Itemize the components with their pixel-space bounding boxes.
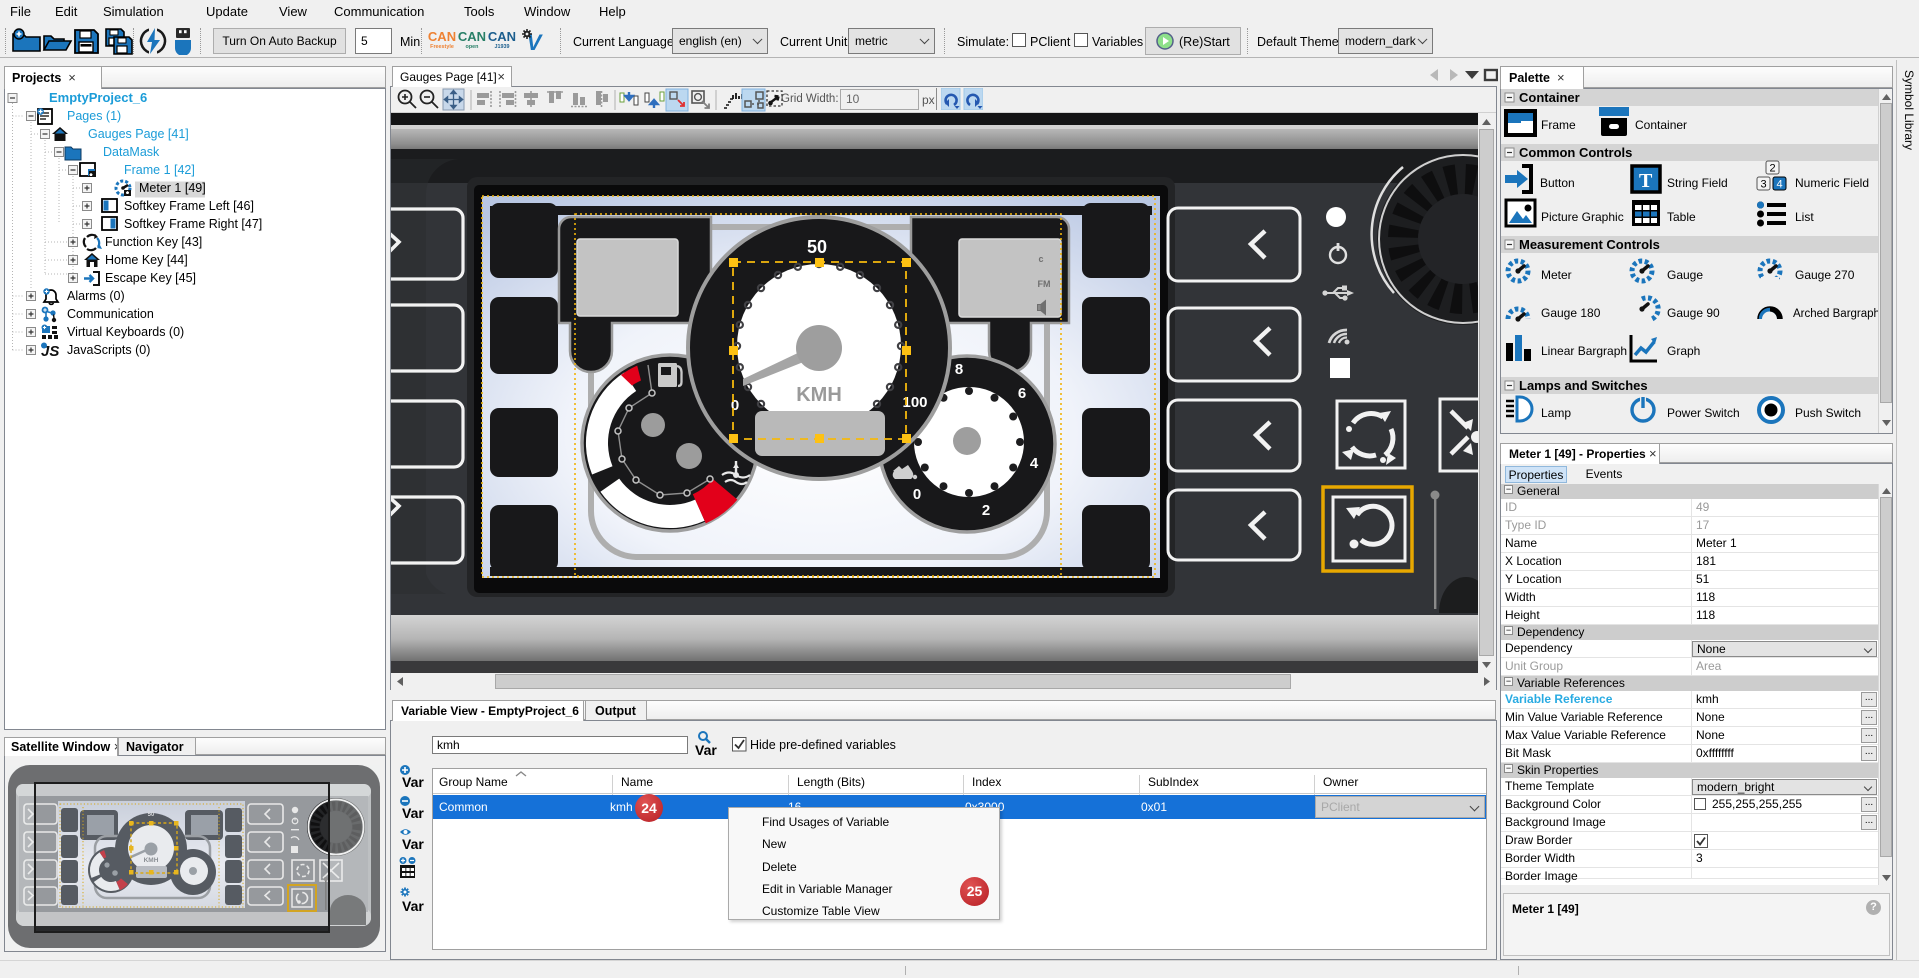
svg-text:Frame 1 [42]: Frame 1 [42] (124, 163, 195, 177)
svg-text:Meter 1 [49]: Meter 1 [49] (139, 181, 206, 195)
svg-text:List: List (1795, 210, 1814, 224)
svg-text:Frame: Frame (1541, 118, 1576, 132)
svg-text:Picture Graphic: Picture Graphic (1541, 210, 1624, 224)
svg-text:3: 3 (1761, 179, 1767, 191)
svg-text:2: 2 (1770, 163, 1776, 175)
svg-text:Pages (1): Pages (1) (67, 109, 121, 123)
svg-text:Table: Table (1667, 210, 1696, 224)
svg-text:4: 4 (1777, 179, 1783, 191)
svg-text:EmptyProject_6: EmptyProject_6 (49, 90, 147, 105)
svg-text:Var: Var (402, 836, 424, 852)
svg-text:J1939: J1939 (495, 44, 510, 50)
svg-text:Common Controls: Common Controls (1519, 145, 1632, 160)
svg-text:Var: Var (402, 805, 424, 821)
svg-text:Communication: Communication (67, 307, 154, 321)
svg-text:Measurement Controls: Measurement Controls (1519, 237, 1660, 252)
svg-text:Numeric Field: Numeric Field (1795, 176, 1869, 190)
svg-text:Arched Bargraph: Arched Bargraph (1793, 308, 1880, 320)
svg-text:String Field: String Field (1667, 176, 1728, 190)
svg-text:Power Switch: Power Switch (1667, 406, 1740, 420)
svg-text:Container: Container (1519, 90, 1580, 105)
svg-text:Push Switch: Push Switch (1795, 406, 1861, 420)
svg-text:Home Key [44]: Home Key [44] (105, 253, 188, 267)
svg-text:c: c (1038, 254, 1043, 264)
svg-text:open: open (466, 44, 479, 50)
svg-text:0: 0 (731, 397, 739, 414)
svg-text:CAN: CAN (488, 29, 516, 44)
svg-text:Var: Var (402, 774, 424, 790)
svg-text:CAN: CAN (428, 29, 456, 44)
svg-text:Softkey Frame Right [47]: Softkey Frame Right [47] (124, 217, 262, 231)
svg-text:0: 0 (913, 486, 921, 503)
svg-text:Linear Bargraph: Linear Bargraph (1541, 344, 1627, 358)
svg-text:Function Key [43]: Function Key [43] (105, 235, 202, 249)
svg-text:Button: Button (1540, 176, 1575, 190)
svg-text:Alarms (0): Alarms (0) (67, 289, 125, 303)
svg-text:DataMask: DataMask (103, 145, 160, 159)
svg-text:8: 8 (955, 361, 963, 378)
svg-text:Freestyle: Freestyle (430, 44, 454, 50)
svg-text:50: 50 (807, 237, 827, 257)
svg-text:Gauge: Gauge (1667, 268, 1703, 282)
svg-text:JavaScripts (0): JavaScripts (0) (67, 343, 150, 357)
svg-text:Gauge 180: Gauge 180 (1541, 306, 1601, 320)
svg-text:FM: FM (1038, 279, 1051, 289)
svg-text:Lamp: Lamp (1541, 406, 1571, 420)
svg-text:Meter: Meter (1541, 268, 1572, 282)
svg-text:KMH: KMH (796, 384, 842, 406)
svg-text:Container: Container (1635, 118, 1687, 132)
svg-text:T: T (1639, 170, 1653, 192)
svg-text:Lamps and Switches: Lamps and Switches (1519, 378, 1648, 393)
svg-text:Escape Key [45]: Escape Key [45] (105, 271, 196, 285)
svg-text:50: 50 (148, 812, 155, 818)
svg-text:Gauges Page [41]: Gauges Page [41] (88, 127, 189, 141)
svg-text:Virtual Keyboards (0): Virtual Keyboards (0) (67, 325, 184, 339)
svg-text:Var: Var (695, 742, 717, 758)
svg-text:CAN: CAN (458, 29, 486, 44)
svg-text:4: 4 (1030, 455, 1039, 472)
svg-text:2: 2 (982, 502, 990, 519)
svg-text:Var: Var (402, 898, 424, 914)
svg-text:Softkey Frame Left [46]: Softkey Frame Left [46] (124, 199, 254, 213)
svg-text:KMH: KMH (144, 857, 159, 864)
svg-text:Graph: Graph (1667, 344, 1700, 358)
svg-text:Gauge 90: Gauge 90 (1667, 306, 1720, 320)
svg-text:6: 6 (1018, 385, 1026, 402)
svg-text:Gauge 270: Gauge 270 (1795, 268, 1855, 282)
